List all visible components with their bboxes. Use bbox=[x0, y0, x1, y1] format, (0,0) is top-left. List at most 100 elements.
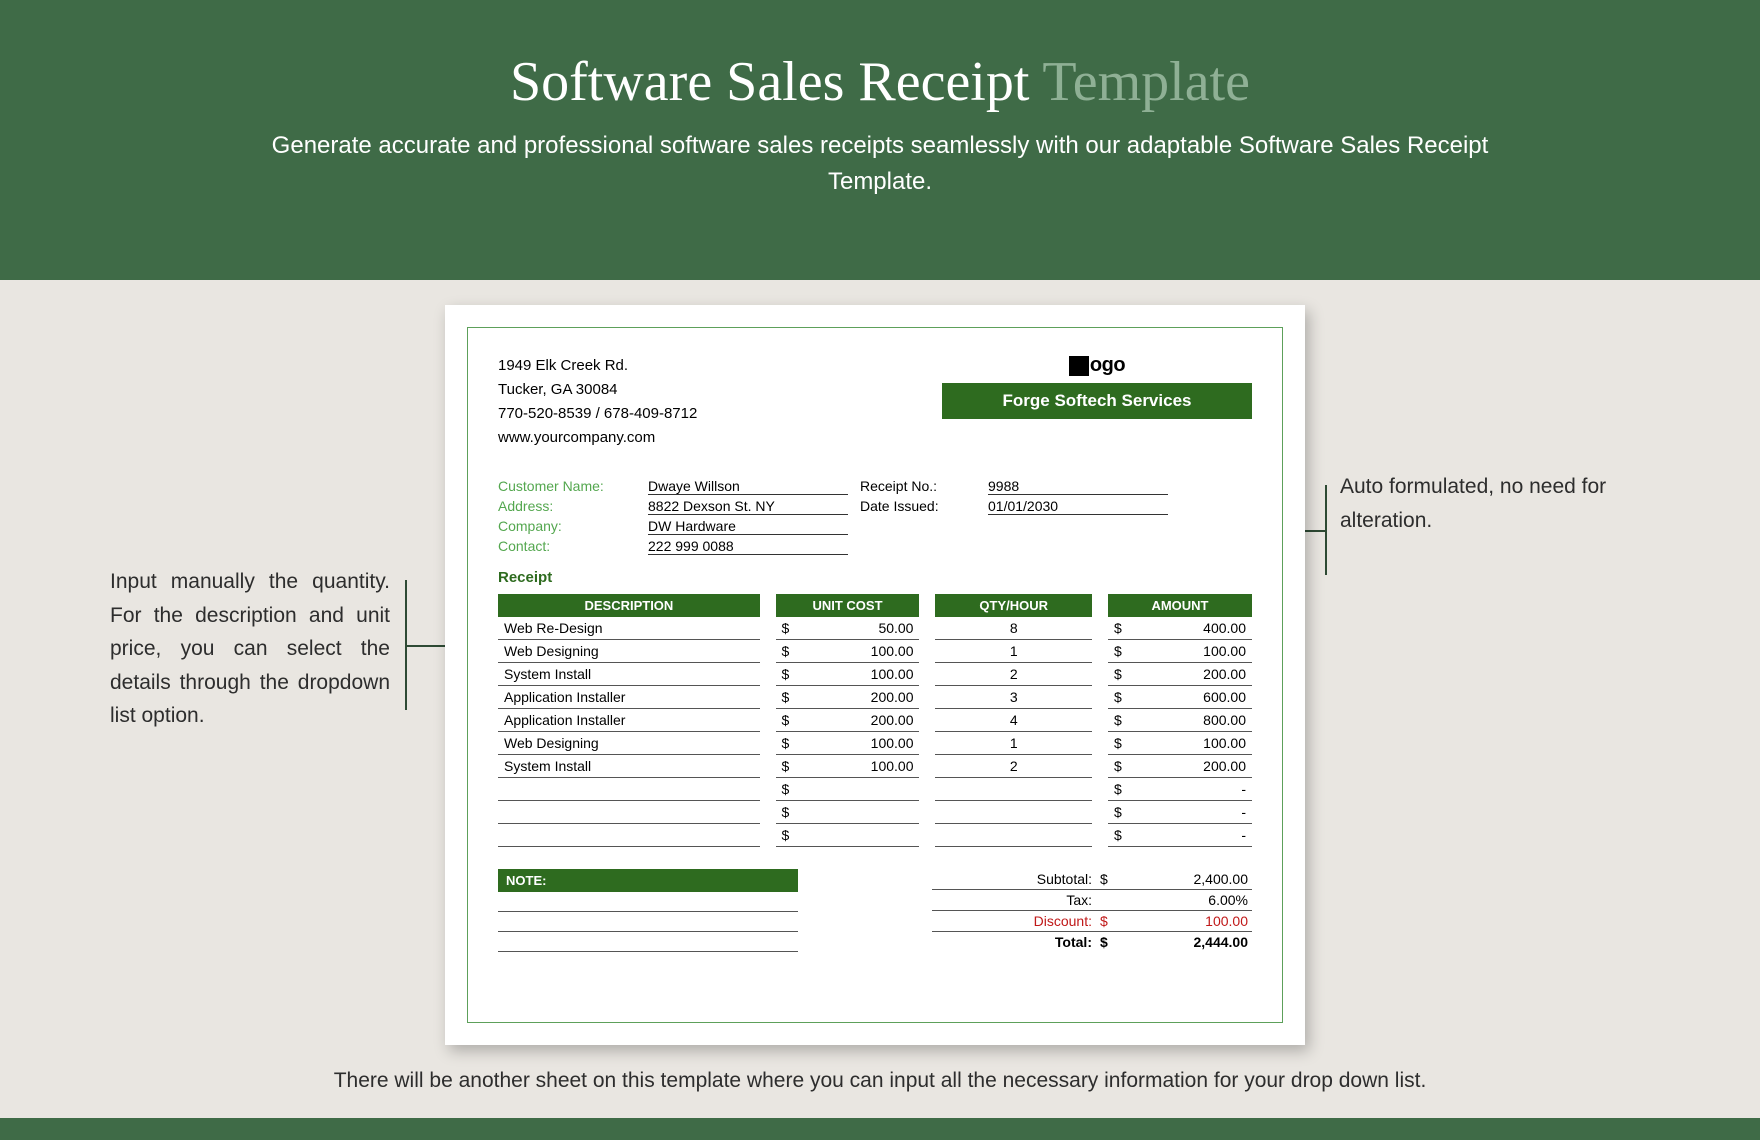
label-date-issued: Date Issued: bbox=[848, 498, 988, 515]
table-row: Web Designing$100.001$100.00 bbox=[498, 732, 1252, 755]
cell-unit-cost: 100.00 bbox=[802, 755, 920, 778]
table-row: System Install $100.00 2 $200.00 bbox=[498, 663, 1252, 686]
table-row: System Install$100.002$200.00 bbox=[498, 755, 1252, 778]
currency-symbol: $ bbox=[1100, 913, 1118, 929]
value-address: 8822 Dexson St. NY bbox=[648, 498, 848, 515]
currency-symbol: $ bbox=[776, 778, 802, 801]
value-contact: 222 999 0088 bbox=[648, 538, 848, 555]
customer-info-grid: Customer Name: Dwaye Willson Receipt No.… bbox=[498, 478, 1252, 555]
cell-amount: 200.00 bbox=[1134, 663, 1252, 686]
currency-symbol: $ bbox=[776, 686, 802, 709]
currency-symbol: $ bbox=[776, 824, 802, 847]
cell-qty: 3 bbox=[935, 686, 1092, 709]
currency-symbol: $ bbox=[1108, 755, 1134, 778]
cell-amount: 400.00 bbox=[1134, 617, 1252, 640]
value-discount: 100.00 bbox=[1118, 913, 1248, 929]
page-subtitle: Generate accurate and professional softw… bbox=[230, 128, 1530, 200]
label-company: Company: bbox=[498, 518, 648, 535]
currency-symbol: $ bbox=[776, 732, 802, 755]
cell-unit-cost: 100.00 bbox=[802, 640, 920, 663]
table-row: Web Designing$100.001$100.00 bbox=[498, 640, 1252, 663]
cell-description: Application Installer bbox=[498, 709, 760, 732]
note-line bbox=[498, 932, 798, 952]
col-qty: QTY/HOUR bbox=[935, 594, 1092, 617]
currency-symbol: $ bbox=[1108, 663, 1134, 686]
label-customer-name: Customer Name: bbox=[498, 478, 648, 495]
cell-qty: 8 bbox=[935, 617, 1092, 640]
col-amount: AMOUNT bbox=[1108, 594, 1252, 617]
company-phones: 770-520-8539 / 678-409-8712 bbox=[498, 402, 697, 426]
label-receipt-no: Receipt No.: bbox=[848, 478, 988, 495]
value-receipt-no: 9988 bbox=[988, 478, 1168, 495]
cell-description: Web Designing bbox=[498, 732, 760, 755]
cell-unit-cost: 200.00 bbox=[802, 686, 920, 709]
address-line: 1949 Elk Creek Rd. bbox=[498, 354, 697, 378]
label-contact: Contact: bbox=[498, 538, 648, 555]
cell-amount: - bbox=[1134, 801, 1252, 824]
cell-description: Application Installer bbox=[498, 686, 760, 709]
currency-symbol: $ bbox=[1108, 617, 1134, 640]
col-description: DESCRIPTION bbox=[498, 594, 760, 617]
cell-amount: 100.00 bbox=[1134, 640, 1252, 663]
cell-qty: 2 bbox=[935, 663, 1092, 686]
cell-amount: - bbox=[1134, 778, 1252, 801]
currency-symbol: $ bbox=[776, 755, 802, 778]
footer-strip bbox=[0, 1118, 1760, 1140]
note-column: NOTE: bbox=[498, 869, 798, 952]
cell-description: System Install bbox=[498, 755, 760, 778]
cell-qty bbox=[935, 824, 1092, 847]
cell-qty: 1 bbox=[935, 640, 1092, 663]
cell-amount: 600.00 bbox=[1134, 686, 1252, 709]
currency-symbol: $ bbox=[1108, 709, 1134, 732]
value-company: DW Hardware bbox=[648, 518, 848, 535]
value-date-issued: 01/01/2030 bbox=[988, 498, 1168, 515]
currency-symbol: $ bbox=[776, 617, 802, 640]
cell-qty bbox=[935, 801, 1092, 824]
body-area: Input manually the quantity. For the des… bbox=[0, 280, 1760, 1118]
cell-unit-cost bbox=[802, 824, 920, 847]
callout-right: Auto formulated, no need for alteration. bbox=[1340, 470, 1650, 537]
cell-unit-cost: 200.00 bbox=[802, 709, 920, 732]
title-suffix: Template bbox=[1042, 51, 1250, 113]
col-unit-cost: UNIT COST bbox=[776, 594, 920, 617]
cell-unit-cost: 100.00 bbox=[802, 732, 920, 755]
cell-description: System Install bbox=[498, 663, 760, 686]
table-row: $$- bbox=[498, 801, 1252, 824]
currency-symbol: $ bbox=[776, 709, 802, 732]
company-name-banner: Forge Softech Services bbox=[942, 383, 1252, 419]
cell-amount: 100.00 bbox=[1134, 732, 1252, 755]
currency-symbol: $ bbox=[1108, 640, 1134, 663]
value-total: 2,444.00 bbox=[1118, 934, 1248, 950]
cell-unit-cost bbox=[802, 801, 920, 824]
company-website: www.yourcompany.com bbox=[498, 426, 697, 450]
label-discount: Discount: bbox=[936, 913, 1100, 929]
label-tax: Tax: bbox=[936, 892, 1100, 908]
cell-description bbox=[498, 778, 760, 801]
currency-symbol: $ bbox=[776, 640, 802, 663]
hero-header: Software Sales Receipt Template Generate… bbox=[0, 0, 1760, 280]
totals-block: Subtotal: $ 2,400.00 Tax: 6.00% Discount… bbox=[932, 869, 1252, 952]
table-row: Web Re-Design $50.00 8 $400.00 bbox=[498, 617, 1252, 640]
cell-qty: 2 bbox=[935, 755, 1092, 778]
value-customer-name: Dwaye Willson bbox=[648, 478, 848, 495]
currency-symbol: $ bbox=[1100, 871, 1118, 887]
currency-symbol: $ bbox=[1108, 686, 1134, 709]
label-total: Total: bbox=[936, 934, 1100, 950]
cell-unit-cost: 100.00 bbox=[802, 663, 920, 686]
currency-symbol: $ bbox=[776, 663, 802, 686]
cell-description bbox=[498, 824, 760, 847]
receipt-section-label: Receipt bbox=[498, 569, 1252, 586]
label-address: Address: bbox=[498, 498, 648, 515]
callout-left: Input manually the quantity. For the des… bbox=[110, 565, 390, 733]
table-row: Application Installer $200.00 3 $600.00 bbox=[498, 686, 1252, 709]
address-line: Tucker, GA 30084 bbox=[498, 378, 697, 402]
page-title: Software Sales Receipt Template bbox=[0, 50, 1760, 114]
cell-unit-cost: 50.00 bbox=[802, 617, 920, 640]
currency-symbol: $ bbox=[1108, 778, 1134, 801]
currency-symbol: $ bbox=[1100, 934, 1118, 950]
currency-symbol: $ bbox=[1108, 824, 1134, 847]
note-line bbox=[498, 912, 798, 932]
cell-unit-cost bbox=[802, 778, 920, 801]
title-main: Software Sales Receipt bbox=[510, 51, 1029, 113]
cell-description: Web Re-Design bbox=[498, 617, 760, 640]
